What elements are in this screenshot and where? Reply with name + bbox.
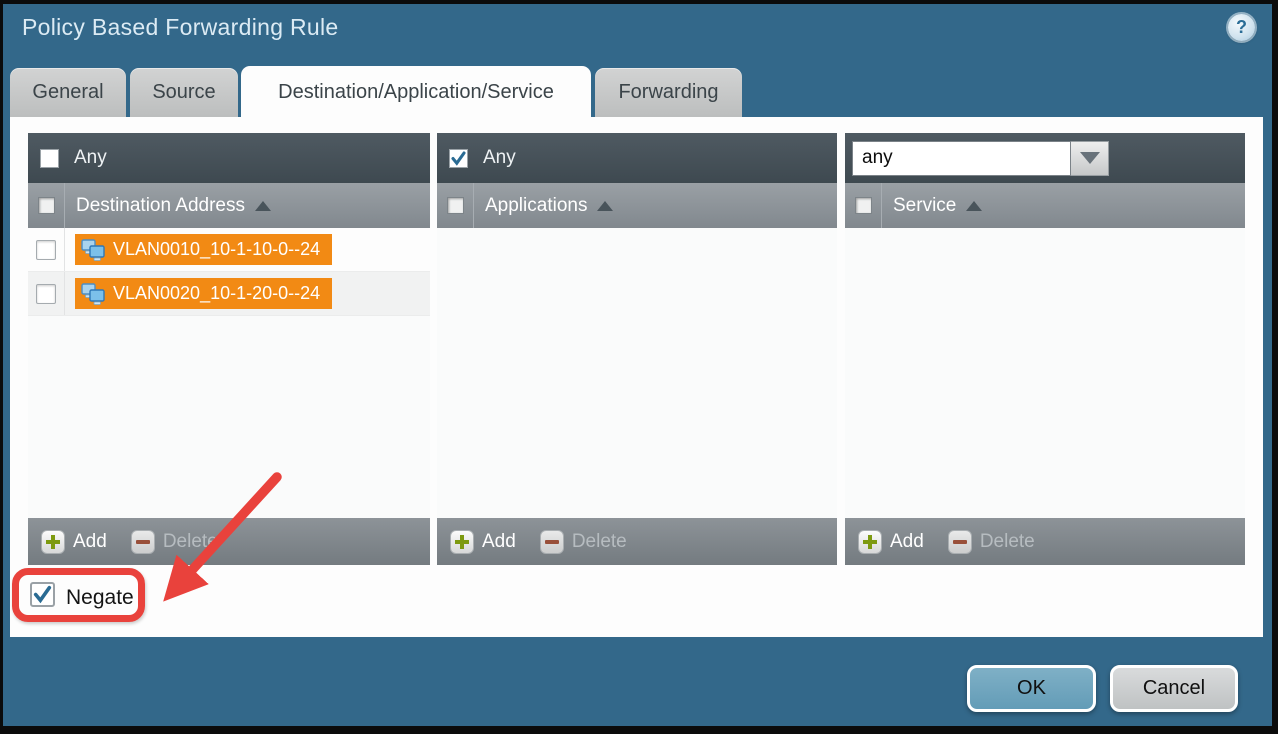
applications-any-checkbox[interactable] <box>449 149 468 168</box>
network-group-icon <box>80 238 106 262</box>
add-button[interactable]: Add <box>450 530 516 554</box>
service-dropdown-value[interactable]: any <box>852 141 1071 176</box>
service-dropdown-bar: any <box>845 133 1245 183</box>
minus-icon <box>540 530 564 554</box>
destination-any-checkbox[interactable] <box>40 149 59 168</box>
negate-checkbox[interactable] <box>30 582 55 607</box>
minus-icon <box>131 530 155 554</box>
row-checkbox[interactable] <box>36 240 56 260</box>
delete-button[interactable]: Delete <box>948 530 1035 554</box>
tab-destination-application-service[interactable]: Destination/Application/Service <box>241 66 591 118</box>
applications-list <box>437 228 837 518</box>
question-mark-glyph: ? <box>1236 17 1247 38</box>
chevron-down-icon <box>1080 152 1100 164</box>
applications-selectall-cell <box>437 183 474 228</box>
delete-label: Delete <box>163 531 218 553</box>
plus-icon <box>858 530 882 554</box>
tab-forwarding[interactable]: Forwarding <box>595 68 742 117</box>
delete-label: Delete <box>572 531 627 553</box>
plus-icon <box>450 530 474 554</box>
address-object-chip[interactable]: VLAN0020_10-1-20-0--24 <box>75 278 332 309</box>
address-object-name: VLAN0020_10-1-20-0--24 <box>113 283 320 304</box>
sort-asc-icon <box>966 201 982 211</box>
delete-label: Delete <box>980 531 1035 553</box>
destination-any-bar: Any <box>28 133 430 183</box>
tab-source[interactable]: Source <box>130 68 238 117</box>
check-icon <box>450 150 467 167</box>
destination-address-panel: Any Destination Address VLAN0010_10-1-10… <box>28 133 430 565</box>
address-object-name: VLAN0010_10-1-10-0--24 <box>113 239 320 260</box>
minus-icon <box>948 530 972 554</box>
applications-panel: Any Applications Add Delete <box>437 133 837 565</box>
sort-asc-icon <box>255 201 271 211</box>
service-selectall-cell <box>845 183 882 228</box>
plus-icon <box>41 530 65 554</box>
destination-column-label[interactable]: Destination Address <box>76 195 245 217</box>
add-label: Add <box>73 531 107 553</box>
destination-selectall-cell <box>28 183 65 228</box>
delete-button[interactable]: Delete <box>540 530 627 554</box>
address-object-chip[interactable]: VLAN0010_10-1-10-0--24 <box>75 234 332 265</box>
destination-footer: Add Delete <box>28 518 430 565</box>
applications-any-label: Any <box>483 147 516 169</box>
cancel-button[interactable]: Cancel <box>1110 665 1238 712</box>
sort-asc-icon <box>597 201 613 211</box>
row-checkbox[interactable] <box>36 284 56 304</box>
service-list <box>845 228 1245 518</box>
add-button[interactable]: Add <box>41 530 107 554</box>
service-footer: Add Delete <box>845 518 1245 565</box>
service-column-header[interactable]: Service <box>845 183 1245 228</box>
destination-column-header[interactable]: Destination Address <box>28 183 430 228</box>
dialog-title: Policy Based Forwarding Rule <box>22 14 339 41</box>
negate-label: Negate <box>66 586 134 610</box>
applications-selectall-checkbox[interactable] <box>447 197 464 214</box>
service-selectall-checkbox[interactable] <box>855 197 872 214</box>
service-column-label[interactable]: Service <box>893 195 956 217</box>
applications-column-header[interactable]: Applications <box>437 183 837 228</box>
ok-button[interactable]: OK <box>967 665 1096 712</box>
tab-general[interactable]: General <box>10 68 126 117</box>
row-checkbox-cell <box>28 228 65 271</box>
check-icon <box>32 584 53 605</box>
network-group-icon <box>80 282 106 306</box>
add-label: Add <box>482 531 516 553</box>
service-panel: any Service Add Delete <box>845 133 1245 565</box>
help-icon[interactable]: ? <box>1228 14 1255 41</box>
service-dropdown-button[interactable] <box>1071 141 1109 176</box>
applications-any-bar: Any <box>437 133 837 183</box>
add-label: Add <box>890 531 924 553</box>
list-item[interactable]: VLAN0020_10-1-20-0--24 <box>28 272 430 316</box>
list-item[interactable]: VLAN0010_10-1-10-0--24 <box>28 228 430 272</box>
row-checkbox-cell <box>28 272 65 315</box>
service-dropdown[interactable]: any <box>852 141 1109 176</box>
screenshot-root: Policy Based Forwarding Rule ? General S… <box>0 0 1278 734</box>
add-button[interactable]: Add <box>858 530 924 554</box>
delete-button[interactable]: Delete <box>131 530 218 554</box>
destination-any-label: Any <box>74 147 107 169</box>
destination-selectall-checkbox[interactable] <box>38 197 55 214</box>
applications-footer: Add Delete <box>437 518 837 565</box>
destination-list: VLAN0010_10-1-10-0--24 VLAN0020_10-1-20-… <box>28 228 430 518</box>
applications-column-label[interactable]: Applications <box>485 195 587 217</box>
